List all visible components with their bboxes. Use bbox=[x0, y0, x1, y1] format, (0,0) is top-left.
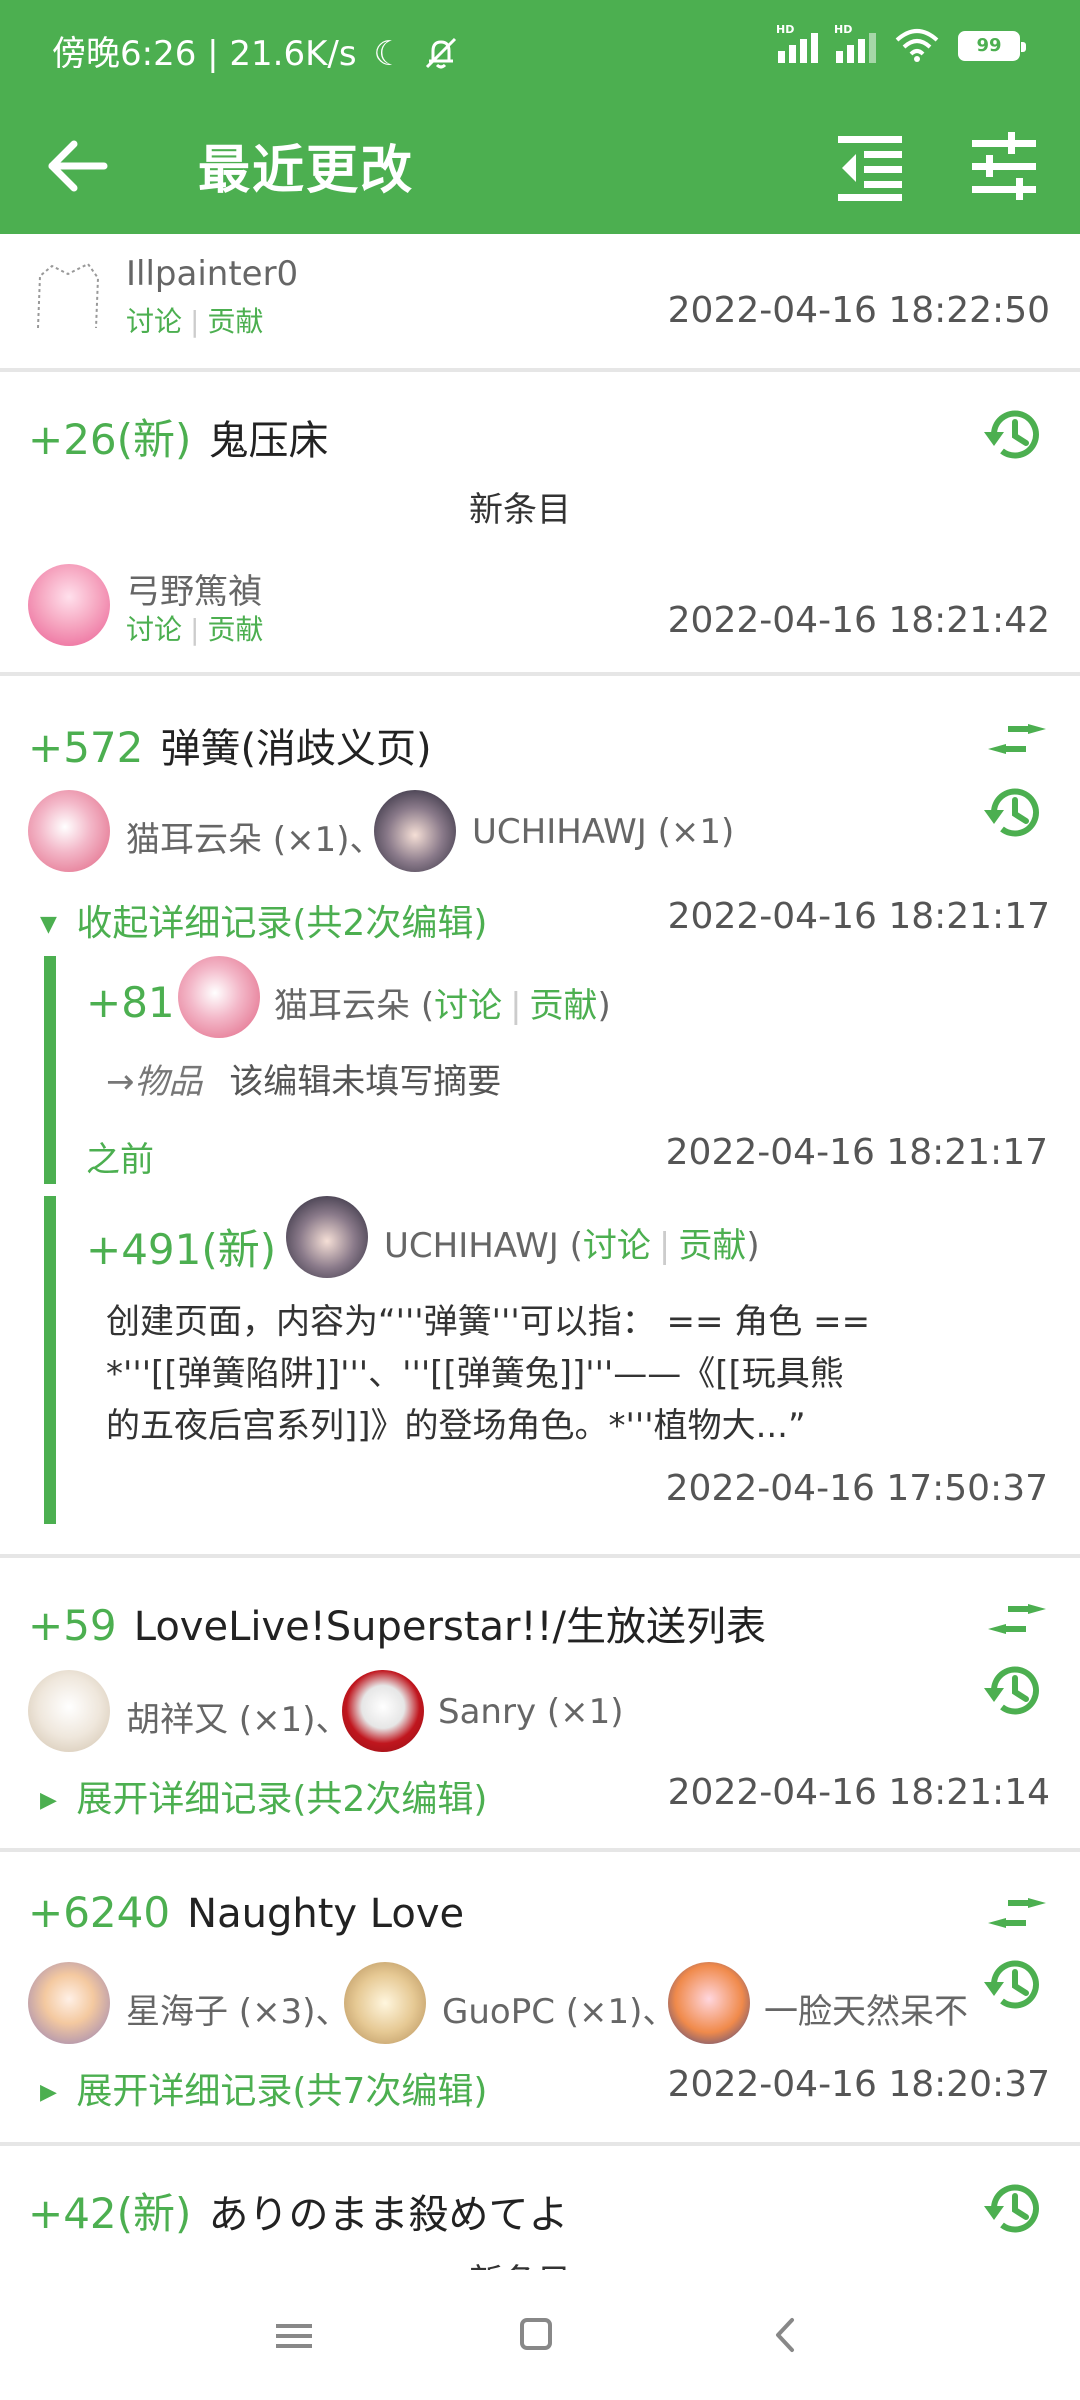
filter-sliders-icon[interactable] bbox=[964, 126, 1044, 206]
back-arrow-icon[interactable] bbox=[38, 126, 118, 206]
size-delta: +6240 bbox=[28, 1888, 171, 1937]
avatar[interactable] bbox=[286, 1196, 368, 1278]
back-nav-icon[interactable] bbox=[756, 2310, 816, 2360]
caret-down-icon: ▼ bbox=[40, 912, 57, 937]
user-name[interactable]: 猫耳云朵 bbox=[274, 986, 410, 1026]
user-name[interactable]: GuoPC (×1)、 bbox=[442, 1984, 676, 2033]
history-icon[interactable] bbox=[982, 2176, 1048, 2242]
timestamp: 2022-04-16 18:21:14 bbox=[667, 1772, 1050, 1813]
user-name[interactable]: Sanry (×1) bbox=[438, 1692, 624, 1732]
expand-details-toggle[interactable]: ▶ 展开详细记录(共2次编辑) bbox=[40, 1770, 487, 1822]
user-name[interactable]: 猫耳云朵 (×1)、 bbox=[126, 812, 383, 861]
contrib-link[interactable]: 贡献 bbox=[207, 305, 263, 338]
contrib-link[interactable]: 贡献 bbox=[678, 1226, 746, 1266]
change-entry[interactable]: +6240 Naughty Love 星海子 (×3)、 GuoPC (×1)、… bbox=[0, 1852, 1080, 2146]
mute-bell-icon bbox=[425, 37, 456, 69]
app-bar: 最近更改 bbox=[0, 98, 1080, 234]
size-delta: +42(新) bbox=[28, 2189, 192, 2238]
size-delta: +26(新) bbox=[28, 415, 192, 464]
change-entry[interactable]: +26(新) 鬼压床 新条目 弓野篤禎 讨论 | 贡献 2022-04-16 18:… bbox=[0, 372, 1080, 676]
history-icon[interactable] bbox=[982, 1658, 1048, 1724]
size-delta: +81 bbox=[86, 978, 175, 1027]
status-text: 傍晚6:26 | 21.6K/s bbox=[52, 34, 357, 74]
expand-details-toggle[interactable]: ▶ 展开详细记录(共7次编辑) bbox=[40, 2062, 487, 2114]
user-name[interactable]: Illpainter0 bbox=[126, 254, 298, 294]
avatar[interactable] bbox=[344, 1962, 426, 2044]
avatar[interactable] bbox=[342, 1670, 424, 1752]
edit-summary: 新条目 bbox=[469, 490, 571, 530]
signal-icon-2: HD bbox=[834, 23, 876, 63]
sub-edit[interactable]: +491(新) UCHIHAWJ (讨论 | 贡献) 创建页面，内容为“'''弹簧'… bbox=[44, 1196, 1056, 1524]
history-icon[interactable] bbox=[982, 1952, 1048, 2018]
size-delta: +59 bbox=[28, 1601, 117, 1650]
avatar[interactable] bbox=[668, 1962, 750, 2044]
user-name[interactable]: 星海子 (×3)、 bbox=[126, 1984, 349, 2033]
compare-arrows-icon[interactable] bbox=[986, 1598, 1048, 1640]
change-entry[interactable]: +572 弹簧(消歧义页) 猫耳云朵 (×1)、 UCHIHAWJ (×1) ▼… bbox=[0, 676, 1080, 1558]
avatar[interactable] bbox=[28, 1962, 110, 2044]
change-entry[interactable]: +42(新) ありのまま殺めてよ 新条目 bbox=[0, 2146, 1080, 2270]
battery-icon: 99 bbox=[958, 31, 1026, 61]
user-name[interactable]: 弓野篤禎 bbox=[126, 564, 262, 613]
avatar[interactable] bbox=[28, 790, 110, 872]
compare-arrows-icon[interactable] bbox=[986, 718, 1048, 760]
system-nav-bar bbox=[0, 2270, 1080, 2400]
entry-title[interactable]: 弹簧(消歧义页) bbox=[160, 726, 431, 772]
size-delta: +572 bbox=[28, 723, 144, 772]
section-link[interactable]: →物品 bbox=[106, 1062, 203, 1102]
prev-diff-link[interactable]: 之前 bbox=[86, 1132, 154, 1181]
caret-right-icon: ▶ bbox=[40, 1788, 57, 1813]
collapse-list-icon[interactable] bbox=[830, 126, 910, 206]
entry-title[interactable]: Naughty Love bbox=[187, 1891, 464, 1937]
wifi-icon bbox=[895, 29, 939, 62]
user-name[interactable]: UCHIHAWJ bbox=[384, 1226, 559, 1266]
edit-summary: 新条目 bbox=[0, 2254, 1040, 2270]
caret-right-icon: ▶ bbox=[40, 2080, 57, 2105]
compare-arrows-icon[interactable] bbox=[986, 1892, 1048, 1934]
timestamp: 2022-04-16 18:21:17 bbox=[665, 1132, 1048, 1173]
avatar[interactable] bbox=[28, 1670, 110, 1752]
user-name[interactable]: 胡祥又 (×1)、 bbox=[126, 1692, 349, 1741]
entry-title[interactable]: 鬼压床 bbox=[209, 418, 329, 464]
edit-summary: 创建页面，内容为“'''弹簧'''可以指： == 角色 == *'''[[弹簧陷… bbox=[106, 1302, 871, 1446]
page-title: 最近更改 bbox=[198, 141, 415, 201]
entry-title[interactable]: LoveLive!Superstar!!/生放送列表 bbox=[134, 1604, 766, 1650]
history-icon[interactable] bbox=[982, 780, 1048, 846]
entry-title[interactable]: ありのまま殺めてよ bbox=[209, 2192, 569, 2238]
avatar[interactable] bbox=[178, 956, 260, 1038]
timestamp: 2022-04-16 17:50:37 bbox=[665, 1468, 1048, 1509]
talk-link[interactable]: 讨论 bbox=[583, 1226, 651, 1266]
history-icon[interactable] bbox=[982, 402, 1048, 468]
contrib-link[interactable]: 贡献 bbox=[207, 613, 263, 646]
avatar[interactable] bbox=[28, 564, 110, 646]
moon-icon: ☾ bbox=[373, 34, 404, 74]
contrib-link[interactable]: 贡献 bbox=[530, 986, 598, 1026]
menu-nav-icon[interactable] bbox=[264, 2310, 324, 2360]
avatar[interactable] bbox=[28, 256, 110, 338]
talk-link[interactable]: 讨论 bbox=[434, 986, 502, 1026]
edit-summary: 该编辑未填写摘要 bbox=[229, 1062, 502, 1102]
size-delta: +491(新) bbox=[86, 1225, 277, 1274]
user-name[interactable]: UCHIHAWJ (×1) bbox=[472, 812, 734, 852]
avatar[interactable] bbox=[374, 790, 456, 872]
collapse-details-toggle[interactable]: ▼ 收起详细记录(共2次编辑) bbox=[40, 894, 487, 946]
change-entry[interactable]: +59 LoveLive!Superstar!!/生放送列表 胡祥又 (×1)、… bbox=[0, 1558, 1080, 1852]
talk-link[interactable]: 讨论 bbox=[126, 613, 182, 646]
timestamp: 2022-04-16 18:21:17 bbox=[667, 896, 1050, 937]
signal-icon: HD bbox=[776, 23, 818, 63]
talk-link[interactable]: 讨论 bbox=[126, 305, 182, 338]
change-entry[interactable]: Illpainter0 讨论 | 贡献 2022-04-16 18:22:50 bbox=[0, 234, 1080, 372]
timestamp: 2022-04-16 18:22:50 bbox=[667, 290, 1050, 331]
sub-edit[interactable]: +81 猫耳云朵 (讨论 | 贡献) →物品 该编辑未填写摘要 之前 2022-04… bbox=[44, 956, 1056, 1184]
status-bar: 傍晚6:26 | 21.6K/s ☾ HD HD 99 bbox=[0, 0, 1080, 98]
user-name[interactable]: 一脸天然呆不 bbox=[764, 1984, 974, 2033]
home-nav-icon[interactable] bbox=[506, 2310, 566, 2360]
timestamp: 2022-04-16 18:20:37 bbox=[667, 2064, 1050, 2105]
timestamp: 2022-04-16 18:21:42 bbox=[667, 600, 1050, 641]
